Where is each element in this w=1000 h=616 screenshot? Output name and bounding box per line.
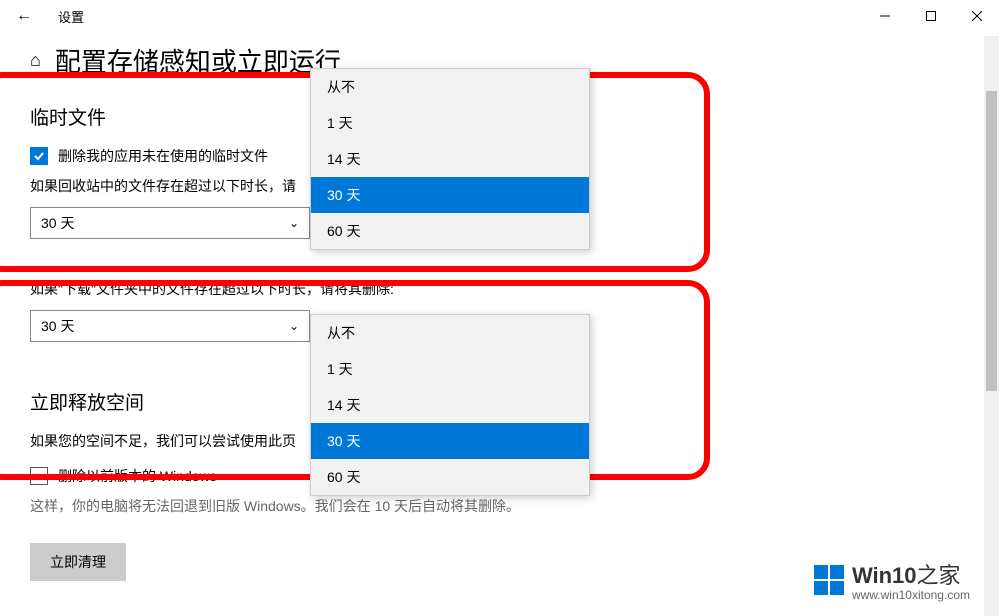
recycle-combo-value: 30 天 bbox=[41, 213, 74, 233]
minimize-button[interactable] bbox=[862, 0, 908, 32]
watermark: Win10之家 www.win10xitong.com bbox=[814, 558, 970, 602]
titlebar: ← 设置 bbox=[0, 0, 1000, 32]
dropdown-option[interactable]: 60 天 bbox=[311, 213, 589, 249]
clean-now-button[interactable]: 立即清理 bbox=[30, 543, 126, 581]
scrollbar[interactable] bbox=[984, 36, 999, 616]
dropdown-option[interactable]: 60 天 bbox=[311, 459, 589, 495]
chevron-down-icon: ⌄ bbox=[289, 319, 299, 333]
recycle-combo[interactable]: 30 天 ⌄ bbox=[30, 207, 310, 239]
dropdown-option[interactable]: 从不 bbox=[311, 315, 589, 351]
downloads-dropdown[interactable]: 从不1 天14 天30 天60 天 bbox=[310, 314, 590, 496]
dropdown-option[interactable]: 从不 bbox=[311, 69, 589, 105]
old-windows-checkbox[interactable] bbox=[30, 467, 48, 485]
old-windows-label: 删除以前版本的 Windows bbox=[58, 466, 217, 486]
dropdown-option[interactable]: 1 天 bbox=[311, 105, 589, 141]
delete-temp-label: 删除我的应用未在使用的临时文件 bbox=[58, 146, 268, 166]
watermark-suffix: 之家 bbox=[917, 563, 961, 588]
watermark-url: www.win10xitong.com bbox=[852, 588, 970, 602]
home-icon[interactable]: ⌂ bbox=[30, 50, 41, 71]
back-button[interactable]: ← bbox=[8, 0, 40, 32]
dropdown-option[interactable]: 14 天 bbox=[311, 141, 589, 177]
recycle-dropdown[interactable]: 从不1 天14 天30 天60 天 bbox=[310, 68, 590, 250]
delete-temp-checkbox[interactable] bbox=[30, 147, 48, 165]
dropdown-option[interactable]: 1 天 bbox=[311, 351, 589, 387]
dropdown-option[interactable]: 30 天 bbox=[311, 423, 589, 459]
windows-logo-icon bbox=[814, 565, 844, 595]
old-windows-desc: 这样，你的电脑将无法回退到旧版 Windows。我们会在 10 天后自动将其删除… bbox=[30, 496, 970, 517]
page-title: 配置存储感知或立即运行 bbox=[55, 42, 341, 79]
maximize-button[interactable] bbox=[908, 0, 954, 32]
content-area: ⌂ 配置存储感知或立即运行 临时文件 删除我的应用未在使用的临时文件 如果回收站… bbox=[0, 32, 1000, 581]
dropdown-option[interactable]: 30 天 bbox=[311, 177, 589, 213]
app-title: 设置 bbox=[58, 7, 84, 26]
downloads-desc: 如果"下载"文件夹中的文件存在超过以下时长，请将其删除: bbox=[30, 279, 970, 300]
dropdown-option[interactable]: 14 天 bbox=[311, 387, 589, 423]
chevron-down-icon: ⌄ bbox=[289, 216, 299, 230]
window-controls bbox=[862, 0, 1000, 32]
close-button[interactable] bbox=[954, 0, 1000, 32]
downloads-combo[interactable]: 30 天 ⌄ bbox=[30, 310, 310, 342]
watermark-brand: Win10 bbox=[852, 563, 917, 588]
scrollbar-thumb[interactable] bbox=[986, 91, 997, 391]
downloads-combo-value: 30 天 bbox=[41, 316, 74, 336]
